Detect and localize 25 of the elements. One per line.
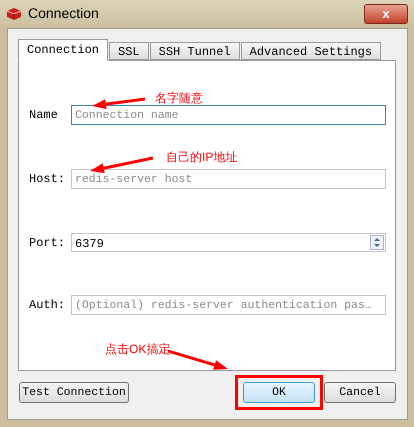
input-field[interactable]: redis-server host bbox=[71, 169, 386, 189]
tab[interactable]: Advanced Settings bbox=[240, 42, 382, 60]
annotation-text: 点击OK搞定 bbox=[105, 343, 170, 355]
annotation-text: 自己的IP地址 bbox=[166, 151, 238, 163]
dialog-button[interactable]: OK bbox=[243, 382, 315, 403]
cube-logo-icon bbox=[6, 6, 22, 20]
field-label: Port: bbox=[29, 234, 66, 252]
tab[interactable]: Connection bbox=[18, 39, 108, 61]
dialog-button[interactable]: Cancel bbox=[324, 382, 396, 403]
field-label: Host: bbox=[29, 171, 66, 188]
tab[interactable]: SSH Tunnel bbox=[150, 42, 240, 60]
port-spinbox[interactable]: 6379 bbox=[71, 233, 386, 252]
spin-arrows-icon[interactable] bbox=[370, 235, 384, 250]
field-label: Name bbox=[29, 107, 59, 124]
annotation-arrow bbox=[168, 350, 228, 370]
tab[interactable]: SSL bbox=[109, 42, 149, 60]
annotation-arrow bbox=[90, 156, 154, 174]
annotation-text: 名字随意 bbox=[155, 92, 203, 104]
field-value: 6379 bbox=[75, 236, 104, 250]
input-field[interactable]: Connection name bbox=[71, 105, 386, 125]
window-title: Connection bbox=[28, 4, 99, 23]
dialog-button[interactable]: Test Connection bbox=[19, 382, 129, 403]
annotation-arrow bbox=[92, 98, 146, 110]
input-field[interactable]: (Optional) redis-server authentication pas… bbox=[71, 295, 386, 315]
field-label: Auth: bbox=[29, 297, 66, 314]
